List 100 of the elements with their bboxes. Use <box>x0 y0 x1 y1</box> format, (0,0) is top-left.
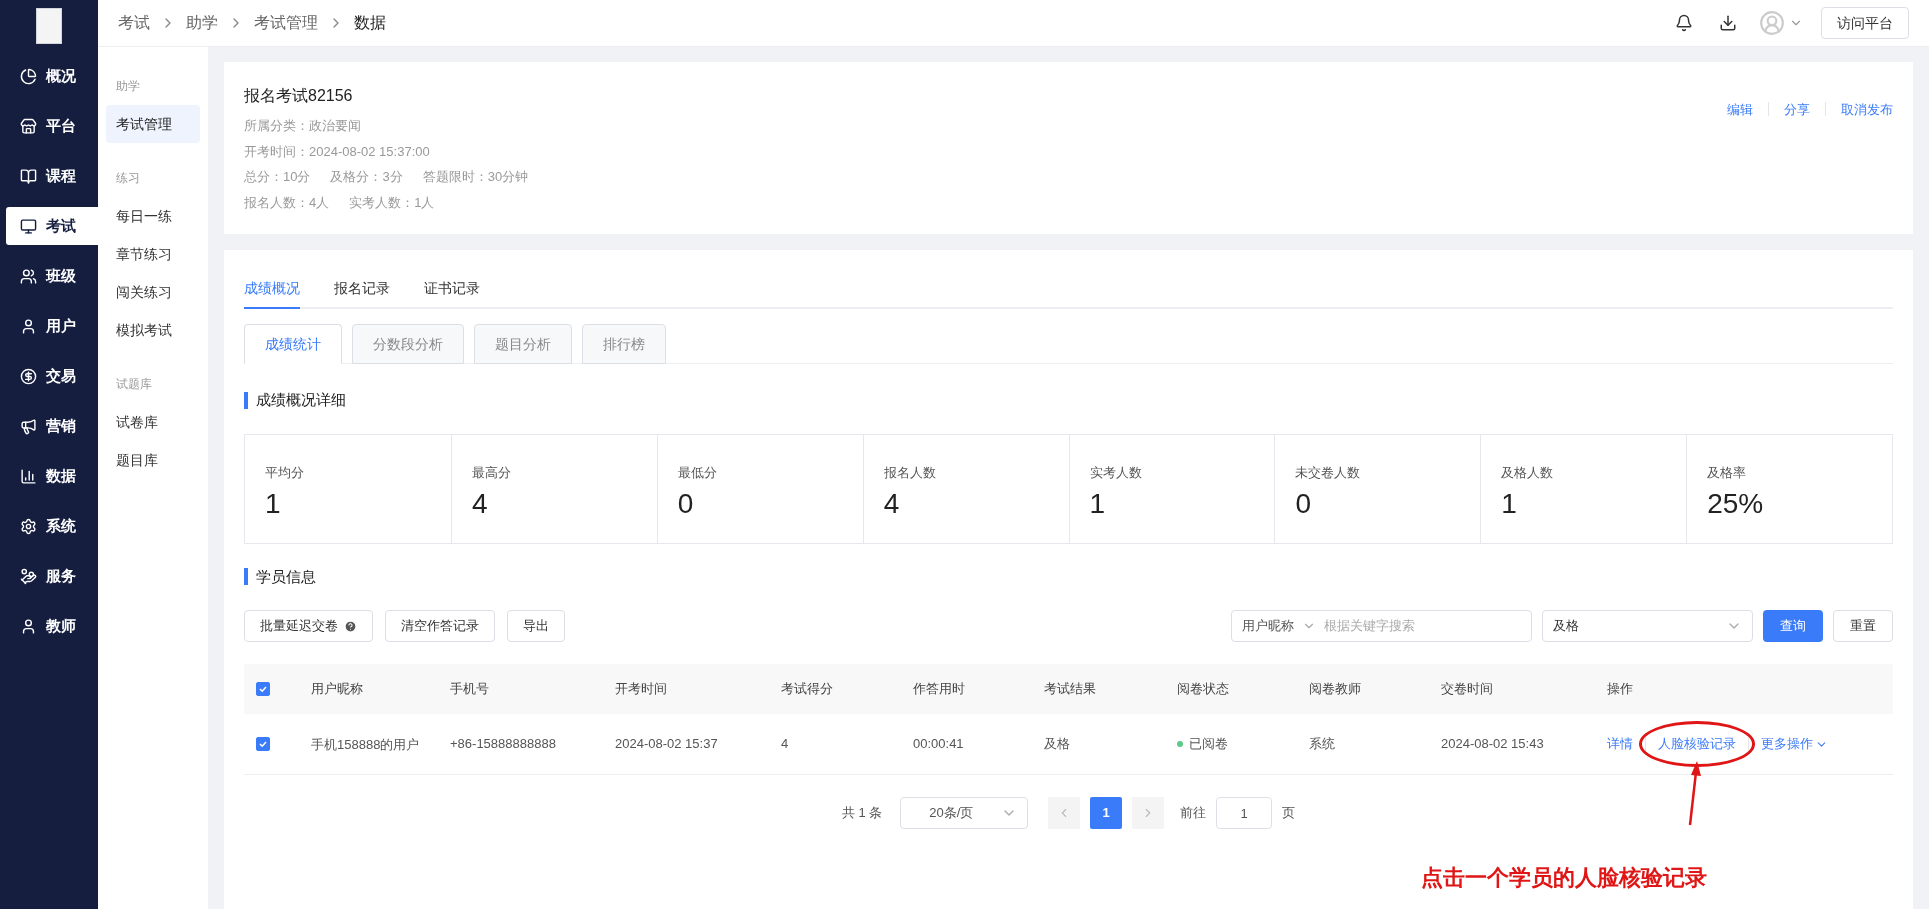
nav-item[interactable]: 闯关练习 <box>106 273 200 311</box>
column-header: 考试得分 <box>781 680 834 699</box>
stat-value: 4 <box>471 490 489 518</box>
user-icon <box>20 617 37 635</box>
store-icon <box>20 117 37 135</box>
table-cell-text: 2024-08-02 15:37 <box>615 735 719 754</box>
exam-meta-text: 及格分：3分 <box>330 168 403 186</box>
stat-label: 报名人数 <box>883 463 937 482</box>
page-input[interactable]: 1 <box>1216 797 1273 829</box>
row-action-link[interactable]: 详情 <box>1607 734 1633 754</box>
total-count: 共 1 条 <box>841 804 883 823</box>
breadcrumb-item[interactable]: 考试 <box>118 11 150 35</box>
sidebar-item[interactable]: 班级 <box>6 257 98 295</box>
exam-title: 报名考试82156 <box>244 86 354 106</box>
toolbar-button[interactable]: 批量延迟交卷 <box>244 610 373 642</box>
section-title: 学员信息 <box>256 566 316 587</box>
sub-tab[interactable]: 成绩统计 <box>244 324 342 364</box>
sidebar-item[interactable]: 考试 <box>6 207 98 245</box>
stat-label: 及格率 <box>1707 463 1748 482</box>
sidebar-item[interactable]: 概况 <box>6 57 98 95</box>
stat-label: 未交卷人数 <box>1295 463 1362 482</box>
sidebar-item[interactable]: 课程 <box>6 157 98 195</box>
result-select[interactable]: 及格 <box>1542 610 1753 642</box>
column-header: 操作 <box>1607 680 1634 699</box>
user-icon <box>20 317 37 335</box>
page-unit: 页 <box>1282 804 1296 823</box>
sub-tab[interactable]: 排行榜 <box>582 324 666 364</box>
table-cell-text: +86-15888888888 <box>450 735 557 754</box>
stat-value: 4 <box>883 490 901 518</box>
exam-action-link[interactable]: 分享 <box>1784 100 1810 120</box>
query-button[interactable]: 查询 <box>1763 610 1823 642</box>
breadcrumb-item[interactable]: 助学 <box>186 11 218 35</box>
stat-label: 最高分 <box>471 463 512 482</box>
sidebar-item[interactable]: 数据 <box>6 457 98 495</box>
tab[interactable]: 报名记录 <box>334 278 390 309</box>
column-header: 手机号 <box>450 680 490 699</box>
exam-meta-text: 报名人数：4人 <box>244 193 330 212</box>
nav-item[interactable]: 每日一练 <box>106 197 200 235</box>
monitor-icon <box>20 217 37 235</box>
nav-item[interactable]: 题目库 <box>106 441 200 479</box>
hand-coin-icon <box>20 567 37 585</box>
exam-meta-text: 总分：10分 <box>244 168 311 186</box>
sidebar-item[interactable]: 用户 <box>6 307 98 345</box>
stat-value: 1 <box>1089 490 1107 518</box>
download-icon[interactable] <box>1719 14 1737 32</box>
sidebar-item[interactable]: 教师 <box>6 607 98 645</box>
visit-platform-button[interactable]: 访问平台 <box>1821 7 1909 39</box>
sub-tab[interactable]: 题目分析 <box>474 324 572 364</box>
exam-action-link[interactable]: 取消发布 <box>1841 100 1893 120</box>
bell-icon[interactable] <box>1675 14 1693 32</box>
breadcrumb-item[interactable]: 考试管理 <box>254 11 318 35</box>
stat-label: 最低分 <box>677 463 718 482</box>
sidebar-item[interactable]: 服务 <box>6 557 98 595</box>
page-button[interactable]: 1 <box>1090 797 1123 829</box>
row-action-link[interactable]: 人脸核验记录 <box>1639 721 1755 767</box>
column-header: 开考时间 <box>615 680 668 699</box>
table-cell-text: 系统 <box>1309 735 1336 754</box>
annotation-text: 点击一个学员的人脸核验记录 <box>1421 864 1707 892</box>
toolbar-button[interactable]: 导出 <box>507 610 565 642</box>
search-field[interactable]: 用户昵称 根据关键字搜索 <box>1231 610 1532 642</box>
sub-tab[interactable]: 分数段分析 <box>352 324 464 364</box>
stat-value: 1 <box>1501 490 1518 518</box>
nav-item[interactable]: 模拟考试 <box>106 311 200 349</box>
sidebar-item[interactable]: 系统 <box>6 507 98 545</box>
breadcrumb-item: 数据 <box>354 13 386 33</box>
nav-item[interactable]: 试卷库 <box>106 403 200 441</box>
reset-button[interactable]: 重置 <box>1833 610 1893 642</box>
nav-group-title: 助学 <box>115 78 141 95</box>
column-header: 考试结果 <box>1044 680 1097 699</box>
page-size-select[interactable]: 20条/页 <box>900 797 1029 829</box>
book-icon <box>20 167 37 185</box>
exam-meta-text: 实考人数：1人 <box>349 193 435 212</box>
table-cell-text: 手机158888的用户 <box>311 735 421 754</box>
tab[interactable]: 成绩概况 <box>244 278 300 309</box>
sidebar-item[interactable]: 营销 <box>6 407 98 445</box>
exam-meta-text: 所属分类：政治要闻 <box>244 117 361 135</box>
annotation-arrow <box>1688 760 1702 827</box>
checkbox[interactable] <box>256 682 270 696</box>
exam-action-link[interactable]: 编辑 <box>1727 100 1753 120</box>
nav-item[interactable]: 章节练习 <box>106 235 200 273</box>
column-header: 阅卷教师 <box>1309 680 1362 699</box>
table-cell-text: 00:00:41 <box>913 735 965 754</box>
nav-item[interactable]: 考试管理 <box>106 105 200 143</box>
toolbar-button[interactable]: 清空作答记录 <box>385 610 495 642</box>
stat-label: 及格人数 <box>1501 463 1555 482</box>
stat-value: 25% <box>1707 490 1765 518</box>
bar-chart-icon <box>20 467 37 485</box>
pie-chart-icon <box>20 67 37 85</box>
checkbox[interactable] <box>256 737 270 751</box>
tab[interactable]: 证书记录 <box>424 278 480 309</box>
help-icon <box>344 619 357 633</box>
stat-value: 0 <box>677 490 695 518</box>
users-icon <box>20 267 37 285</box>
field-select[interactable]: 用户昵称 <box>1242 616 1294 636</box>
settings-icon <box>20 517 37 535</box>
column-header: 用户昵称 <box>311 680 364 699</box>
sidebar-item[interactable]: 平台 <box>6 107 98 145</box>
sidebar-item[interactable]: 交易 <box>6 357 98 395</box>
row-action-link[interactable]: 更多操作 <box>1761 734 1828 754</box>
nav-group-title: 练习 <box>115 170 141 187</box>
